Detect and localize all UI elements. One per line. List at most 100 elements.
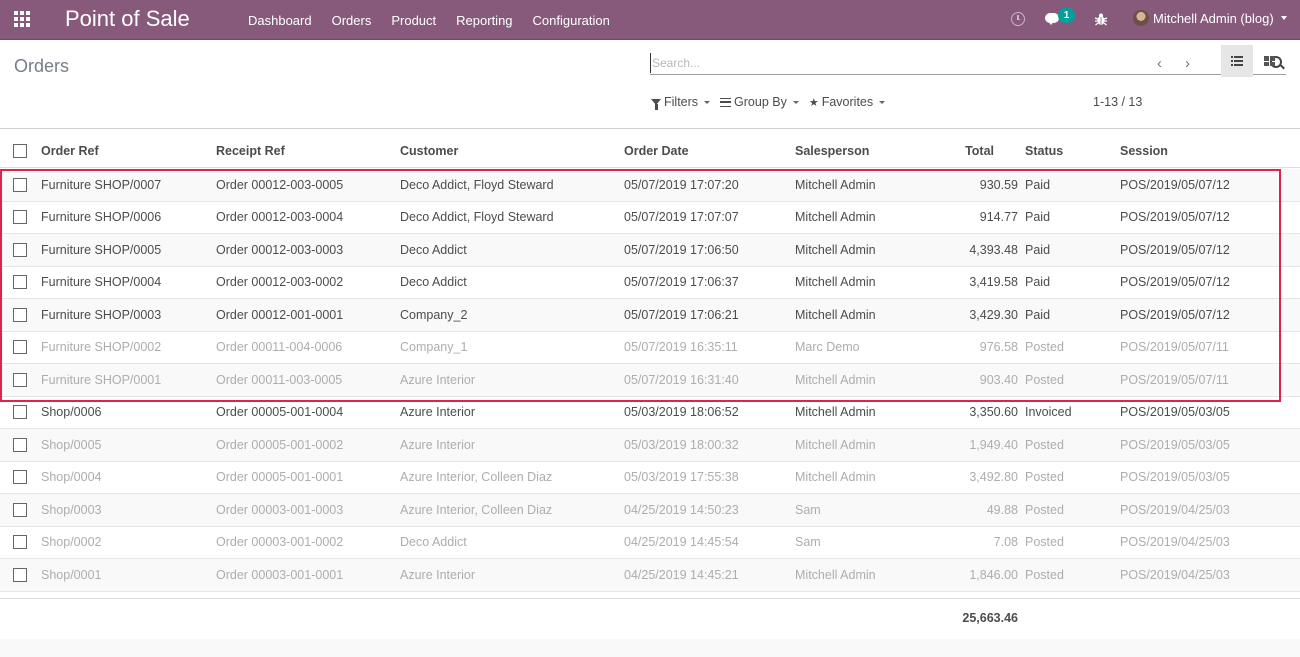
favorites-label: Favorites — [821, 95, 874, 109]
cell-customer: Deco Addict, Floyd Steward — [400, 210, 554, 225]
header-receipt-ref[interactable]: Receipt Ref — [216, 135, 285, 167]
table-row[interactable]: Furniture SHOP/0003 Order 00012-001-0001 C… — [0, 299, 1300, 332]
pager-previous-icon[interactable]: ‹ — [1157, 55, 1162, 72]
cell-receipt-ref: Order 00012-003-0002 — [216, 275, 344, 290]
table-header: Order Ref Receipt Ref Customer Order Dat… — [0, 135, 1300, 168]
table-row[interactable]: Furniture SHOP/0004 Order 00012-003-0002 D… — [0, 267, 1300, 299]
row-checkbox[interactable] — [13, 567, 27, 582]
chat-icon[interactable] — [1045, 13, 1059, 25]
header-total[interactable]: Total — [930, 135, 994, 167]
cell-customer: Azure Interior, Colleen Diaz — [400, 470, 553, 485]
filters-button[interactable]: Filters — [651, 95, 711, 110]
menu-configuration[interactable]: Configuration — [523, 13, 620, 28]
cell-session: POS/2019/05/07/12 — [1120, 275, 1230, 290]
row-checkbox[interactable] — [13, 405, 27, 420]
debug-bug-icon[interactable] — [1094, 12, 1108, 26]
header-salesperson[interactable]: Salesperson — [795, 135, 869, 167]
cell-receipt-ref: Order 00003-001-0003 — [216, 502, 344, 517]
group-by-button[interactable]: Group By — [720, 95, 799, 109]
cell-status: Paid — [1025, 242, 1051, 257]
row-checkbox[interactable] — [13, 502, 27, 517]
select-all-checkbox[interactable] — [13, 144, 27, 158]
cell-total: 1,846.00 — [969, 567, 1018, 582]
menu-product[interactable]: Product — [381, 13, 446, 28]
search-options: Filters Group By ★ Favorites — [651, 95, 895, 110]
row-checkbox[interactable] — [13, 437, 27, 452]
table-row[interactable]: Shop/0002 Order 00003-001-0002 Deco Addict… — [0, 527, 1300, 559]
table-row[interactable]: Shop/0001 Order 00003-001-0001 Azure Inter… — [0, 559, 1300, 592]
cell-session: POS/2019/04/25/03 — [1120, 502, 1230, 517]
cell-order-date: 04/25/2019 14:45:54 — [624, 535, 739, 550]
row-checkbox[interactable] — [13, 307, 27, 322]
menu-orders[interactable]: Orders — [322, 13, 382, 28]
cell-receipt-ref: Order 00011-003-0005 — [216, 372, 343, 387]
table-row[interactable]: Shop/0006 Order 00005-001-0004 Azure Inter… — [0, 397, 1300, 429]
cell-receipt-ref: Order 00012-003-0004 — [216, 210, 344, 225]
user-menu[interactable]: Mitchell Admin (blog) — [1133, 10, 1287, 26]
cell-order-ref: Furniture SHOP/0005 — [41, 242, 162, 257]
row-checkbox[interactable] — [13, 470, 27, 485]
row-checkbox[interactable] — [13, 210, 27, 225]
cell-status: Paid — [1025, 307, 1051, 322]
header-order-ref[interactable]: Order Ref — [41, 135, 99, 167]
cell-order-date: 05/03/2019 18:06:52 — [624, 405, 739, 420]
activity-clock-icon[interactable] — [1011, 12, 1025, 26]
header-order-date[interactable]: Order Date — [624, 135, 689, 167]
cell-salesperson: Sam — [795, 535, 821, 550]
cell-salesperson: Mitchell Admin — [795, 242, 876, 257]
cell-status: Paid — [1025, 210, 1051, 225]
row-checkbox[interactable] — [13, 372, 27, 387]
cell-total: 4,393.48 — [969, 242, 1018, 257]
cell-session: POS/2019/04/25/03 — [1120, 567, 1230, 582]
favorites-button[interactable]: ★ Favorites — [809, 95, 886, 109]
cell-receipt-ref: Order 00003-001-0002 — [216, 535, 344, 550]
empty-area — [0, 639, 1300, 657]
table-row[interactable]: Furniture SHOP/0006 Order 00012-003-0004 D… — [0, 202, 1300, 234]
row-checkbox[interactable] — [13, 535, 27, 550]
row-checkbox[interactable] — [13, 177, 27, 192]
cell-total: 914.77 — [979, 210, 1018, 225]
table-row[interactable]: Furniture SHOP/0005 Order 00012-003-0003 D… — [0, 234, 1300, 267]
table-row[interactable]: Shop/0005 Order 00005-001-0002 Azure Inter… — [0, 429, 1300, 462]
cell-customer: Deco Addict — [400, 535, 467, 550]
cell-order-ref: Furniture SHOP/0002 — [41, 340, 162, 355]
cell-status: Posted — [1025, 470, 1064, 485]
table-row[interactable]: Shop/0003 Order 00003-001-0003 Azure Inter… — [0, 494, 1300, 527]
cell-salesperson: Mitchell Admin — [795, 372, 876, 387]
cell-status: Invoiced — [1025, 405, 1072, 420]
user-name: Mitchell Admin (blog) — [1153, 10, 1274, 26]
header-customer[interactable]: Customer — [400, 135, 458, 167]
table-row[interactable]: Furniture SHOP/0001 Order 00011-003-0005 A… — [0, 364, 1300, 397]
main-menu: Dashboard Orders Product Reporting Confi… — [238, 0, 620, 40]
row-checkbox[interactable] — [13, 340, 27, 355]
cell-customer: Azure Interior, Colleen Diaz — [400, 502, 553, 517]
pager-value[interactable]: 1-13 / 13 — [1093, 95, 1142, 109]
kanban-view-button[interactable] — [1254, 45, 1286, 77]
footer-total: 25,663.46 — [962, 611, 1018, 625]
cell-salesperson: Mitchell Admin — [795, 307, 876, 322]
list-view-button[interactable] — [1221, 45, 1253, 77]
header-status[interactable]: Status — [1025, 135, 1063, 167]
menu-reporting[interactable]: Reporting — [446, 13, 522, 28]
pager-next-icon[interactable]: › — [1185, 55, 1190, 72]
cell-order-ref: Shop/0004 — [41, 470, 102, 485]
cell-customer: Deco Addict — [400, 242, 467, 257]
cell-status: Posted — [1025, 502, 1064, 517]
cell-order-date: 05/07/2019 17:06:50 — [624, 242, 739, 257]
cell-customer: Deco Addict — [400, 275, 467, 290]
menu-dashboard[interactable]: Dashboard — [238, 13, 322, 28]
row-checkbox[interactable] — [13, 275, 27, 290]
header-session[interactable]: Session — [1120, 135, 1168, 167]
row-checkbox[interactable] — [13, 242, 27, 257]
cell-session: POS/2019/05/07/11 — [1120, 372, 1229, 387]
cell-salesperson: Mitchell Admin — [795, 567, 876, 582]
table-row[interactable]: Furniture SHOP/0007 Order 00012-003-0005 D… — [0, 169, 1300, 202]
table-row[interactable]: Furniture SHOP/0002 Order 00011-004-0006 C… — [0, 332, 1300, 364]
table-row[interactable]: Shop/0004 Order 00005-001-0001 Azure Inter… — [0, 462, 1300, 494]
cell-customer: Azure Interior — [400, 405, 476, 420]
cell-status: Posted — [1025, 567, 1064, 582]
cell-customer: Azure Interior — [400, 567, 476, 582]
cell-total: 3,492.80 — [969, 470, 1018, 485]
cell-order-ref: Shop/0006 — [41, 405, 102, 420]
apps-grid-icon[interactable] — [14, 11, 32, 27]
